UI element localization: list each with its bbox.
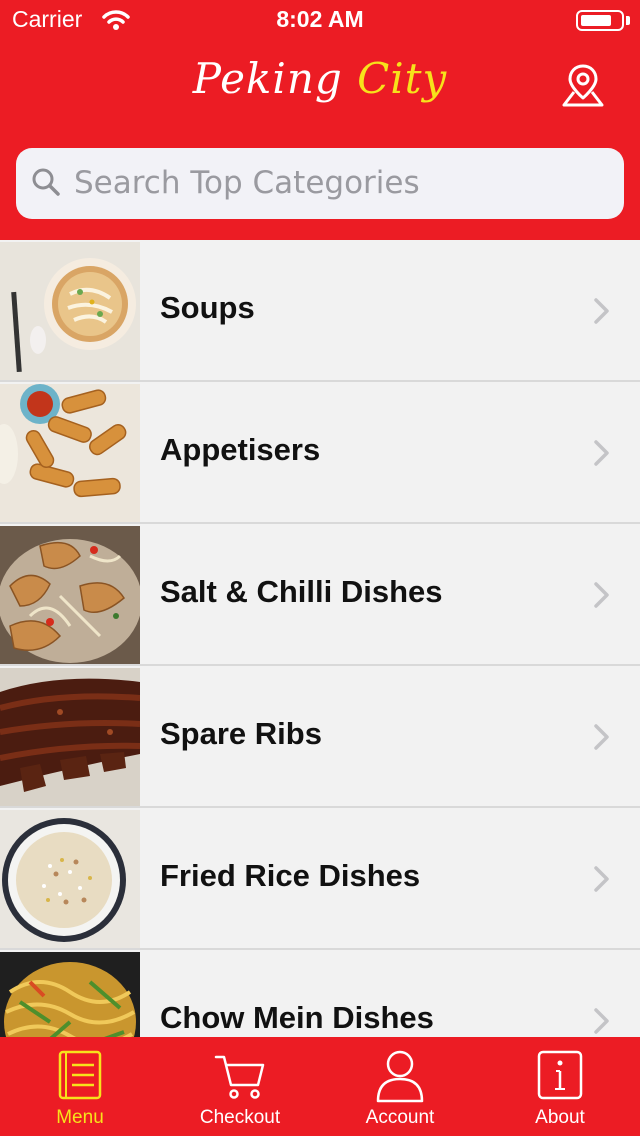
category-label: Salt & Chilli Dishes	[160, 574, 443, 609]
category-list: Soups Appetisers Salt & Chilli Dishes Sp…	[0, 240, 640, 1037]
cart-icon	[214, 1055, 265, 1099]
tab-bar: Menu Checkout Account About	[0, 1037, 640, 1136]
chevron-right-icon	[594, 440, 609, 466]
tab-label: About	[535, 1107, 585, 1128]
chow-mein-image	[0, 952, 140, 1037]
battery-icon	[576, 10, 624, 31]
status-time: 8:02 AM	[276, 6, 364, 32]
location-pin-icon[interactable]	[560, 62, 606, 108]
spare-ribs-image	[0, 668, 140, 806]
chevron-right-icon	[594, 724, 609, 750]
menu-icon	[58, 1050, 102, 1100]
category-row-soups[interactable]: Soups	[0, 240, 640, 382]
category-label: Fried Rice Dishes	[160, 858, 421, 893]
fried-rice-image	[0, 810, 140, 948]
search-icon	[32, 168, 60, 196]
status-bar: Carrier 8:02 AM	[0, 0, 640, 40]
category-row-chow-mein[interactable]: Chow Mein Dishes	[0, 950, 640, 1037]
tab-checkout[interactable]: Checkout	[160, 1037, 320, 1136]
category-label: Spare Ribs	[160, 716, 322, 751]
tab-menu[interactable]: Menu	[0, 1037, 160, 1136]
tab-label: Checkout	[199, 1107, 281, 1128]
soup-bowl-image	[0, 242, 140, 380]
salt-chilli-image	[0, 526, 140, 664]
chevron-right-icon	[594, 1008, 609, 1034]
category-row-fried-rice[interactable]: Fried Rice Dishes	[0, 808, 640, 950]
category-row-spare-ribs[interactable]: Spare Ribs	[0, 666, 640, 808]
chevron-right-icon	[594, 866, 609, 892]
tab-account[interactable]: Account	[320, 1037, 480, 1136]
category-label: Soups	[160, 290, 255, 325]
chevron-right-icon	[594, 582, 609, 608]
battery-nub	[626, 16, 630, 25]
chevron-right-icon	[594, 298, 609, 324]
category-row-salt-chilli[interactable]: Salt & Chilli Dishes	[0, 524, 640, 666]
info-icon	[537, 1050, 583, 1100]
logo-text-peking: Peking	[192, 54, 358, 103]
app-logo: Peking City	[0, 54, 640, 103]
tab-label: Menu	[56, 1107, 104, 1128]
spring-rolls-image	[0, 384, 140, 522]
tab-label: Account	[365, 1107, 435, 1128]
user-icon	[376, 1050, 424, 1103]
category-label: Chow Mein Dishes	[160, 1000, 434, 1035]
app-header: Carrier 8:02 AM Peking City	[0, 0, 640, 240]
category-label: Appetisers	[160, 432, 321, 467]
search-input[interactable]	[74, 152, 604, 214]
logo-text-city: City	[357, 54, 448, 103]
tab-about[interactable]: About	[480, 1037, 640, 1136]
category-row-appetisers[interactable]: Appetisers	[0, 382, 640, 524]
